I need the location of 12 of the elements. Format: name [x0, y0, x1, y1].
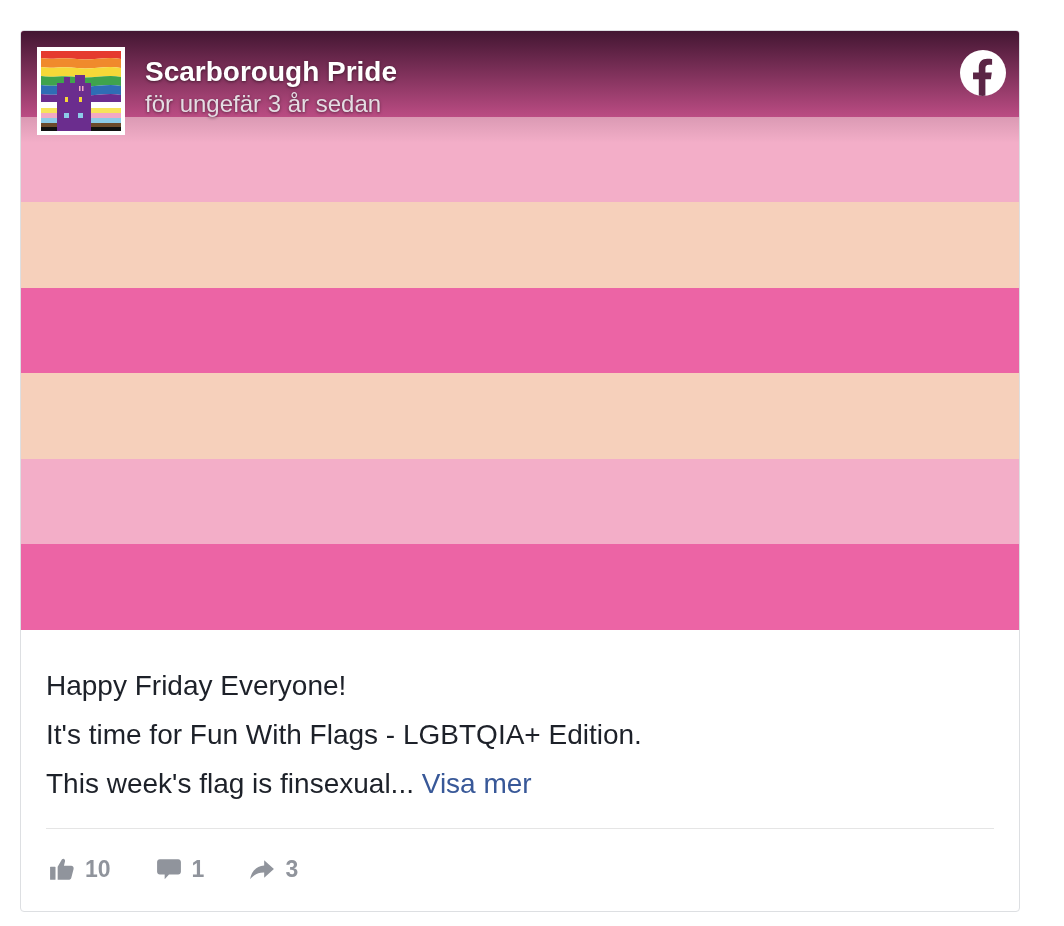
facebook-logo-icon[interactable]	[960, 50, 1006, 96]
thumbs-up-icon[interactable]	[49, 856, 75, 882]
rainbow-castle-logo[interactable]	[37, 47, 125, 135]
like-count[interactable]: 10	[85, 854, 111, 884]
post-time[interactable]: för ungefär 3 år sedan	[145, 89, 398, 119]
post-text: It's time for Fun With Flags - LGBTQIA+ Edition.	[46, 718, 642, 752]
comment-count[interactable]: 1	[191, 854, 205, 884]
post-text: Happy Friday Everyone!	[46, 669, 347, 703]
page-name[interactable]: Scarborough Pride	[145, 55, 398, 89]
see-more-link[interactable]: Visa mer	[421, 768, 532, 799]
post-text: This week's flag is finsexual... Visa mer	[46, 767, 532, 801]
share-count[interactable]: 3	[285, 854, 299, 884]
